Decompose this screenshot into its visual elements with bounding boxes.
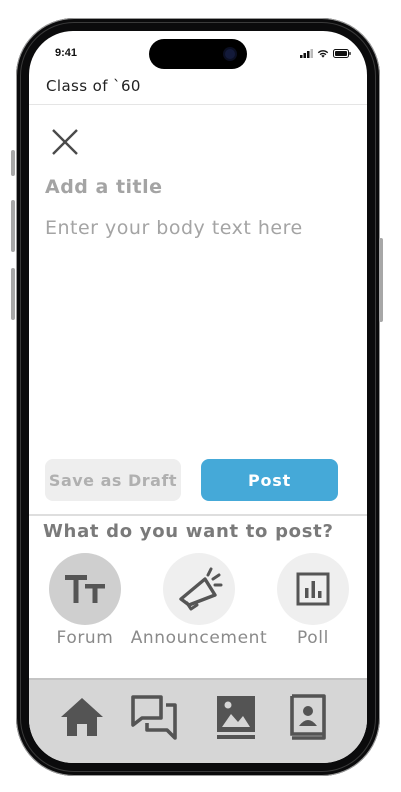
gallery-icon — [217, 696, 255, 739]
megaphone-icon — [179, 567, 223, 611]
post-type-poll-label: Poll — [297, 628, 329, 648]
tab-home[interactable] — [58, 694, 106, 740]
bar-chart-icon — [296, 572, 330, 606]
bottom-tab-bar — [29, 678, 367, 763]
header-divider — [29, 104, 367, 105]
post-type-poll-button[interactable] — [277, 553, 349, 625]
post-body-input[interactable] — [45, 217, 345, 437]
post-title-input[interactable] — [45, 174, 345, 200]
app-title: Class of `60 — [46, 77, 141, 95]
tab-discussions[interactable] — [130, 694, 178, 740]
mute-switch — [11, 150, 15, 176]
post-type-forum-button[interactable] — [49, 553, 121, 625]
status-time: 9:41 — [55, 47, 78, 59]
tab-gallery[interactable] — [213, 694, 261, 740]
camera-dot — [225, 49, 235, 59]
volume-up-button — [11, 200, 15, 252]
save-draft-button[interactable]: Save as Draft — [45, 459, 181, 501]
home-icon — [61, 698, 103, 736]
post-type-question: What do you want to post? — [43, 521, 334, 542]
wifi-icon — [317, 49, 329, 58]
section-divider — [29, 514, 367, 516]
battery-icon — [333, 49, 351, 58]
volume-down-button — [11, 268, 15, 320]
directory-icon — [290, 694, 326, 740]
signal-icon — [300, 49, 313, 58]
post-type-forum-label: Forum — [56, 628, 114, 648]
tab-directory[interactable] — [284, 694, 332, 740]
screen: 9:41 Class of `60 Save as Draft Post Wha… — [29, 31, 367, 763]
chat-icon — [131, 695, 177, 740]
dynamic-island — [149, 39, 247, 69]
close-button[interactable] — [49, 126, 81, 158]
post-type-announcement-button[interactable] — [163, 553, 235, 625]
text-size-icon — [65, 575, 105, 603]
close-icon — [52, 129, 78, 155]
post-type-announcement-label: Announcement — [130, 628, 268, 648]
power-button — [379, 238, 383, 322]
status-icons — [300, 49, 351, 58]
post-button[interactable]: Post — [201, 459, 338, 501]
